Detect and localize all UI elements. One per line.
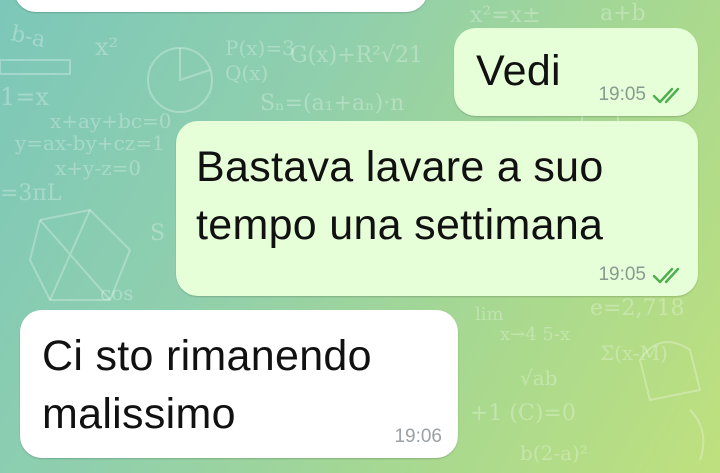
svg-text:Q(x): Q(x): [225, 61, 268, 85]
svg-text:x+ay+bc=0: x+ay+bc=0: [50, 109, 172, 133]
double-check-icon: [652, 86, 686, 104]
svg-text:√ab: √ab: [520, 366, 557, 390]
svg-text:Sₙ=(a₁+aₙ)·n: Sₙ=(a₁+aₙ)·n: [260, 91, 404, 116]
message-text: Bastava lavare a suo tempo una settimana: [196, 143, 604, 249]
svg-text:y=ax-by+cz=1: y=ax-by+cz=1: [14, 131, 165, 155]
message-meta: 19:05: [598, 84, 686, 106]
svg-text:x→4 5-x: x→4 5-x: [500, 324, 570, 345]
svg-text:G(x)+R²√21: G(x)+R²√21: [290, 43, 423, 68]
svg-text:+1 (C)=0: +1 (C)=0: [470, 401, 576, 426]
svg-text:e=2,718: e=2,718: [590, 296, 684, 321]
svg-text:a+b: a+b: [600, 1, 646, 26]
message-meta: 19:06: [394, 426, 442, 448]
svg-text:S: S: [150, 221, 165, 246]
message-text: Vedi: [476, 47, 561, 95]
message-time: 19:05: [598, 264, 646, 285]
svg-text:b(2-a)²: b(2-a)²: [520, 441, 588, 465]
svg-text:x+y-z=0: x+y-z=0: [55, 156, 141, 180]
svg-text:b-a: b-a: [9, 21, 48, 53]
svg-text:P(x)=3: P(x)=3: [225, 36, 295, 60]
message-bubble-outgoing[interactable]: Vedi 19:05: [454, 28, 698, 116]
svg-text:lim: lim: [475, 304, 504, 325]
svg-text:=3πL: =3πL: [0, 181, 62, 206]
svg-text:x²=x±: x²=x±: [470, 3, 541, 28]
message-meta: 19:05: [598, 264, 686, 286]
svg-text:x²: x²: [95, 33, 118, 61]
svg-text:1=x: 1=x: [0, 83, 49, 111]
message-bubble-outgoing[interactable]: Bastava lavare a suo tempo una settimana…: [176, 121, 698, 296]
message-time: 19:06: [394, 426, 442, 447]
message-bubble-partial[interactable]: [14, 0, 428, 12]
double-check-icon: [652, 266, 686, 284]
message-text: Ci sto rimanendo malissimo: [42, 332, 372, 438]
message-time: 19:05: [598, 84, 646, 105]
message-bubble-incoming[interactable]: Ci sto rimanendo malissimo 19:06: [20, 310, 458, 458]
